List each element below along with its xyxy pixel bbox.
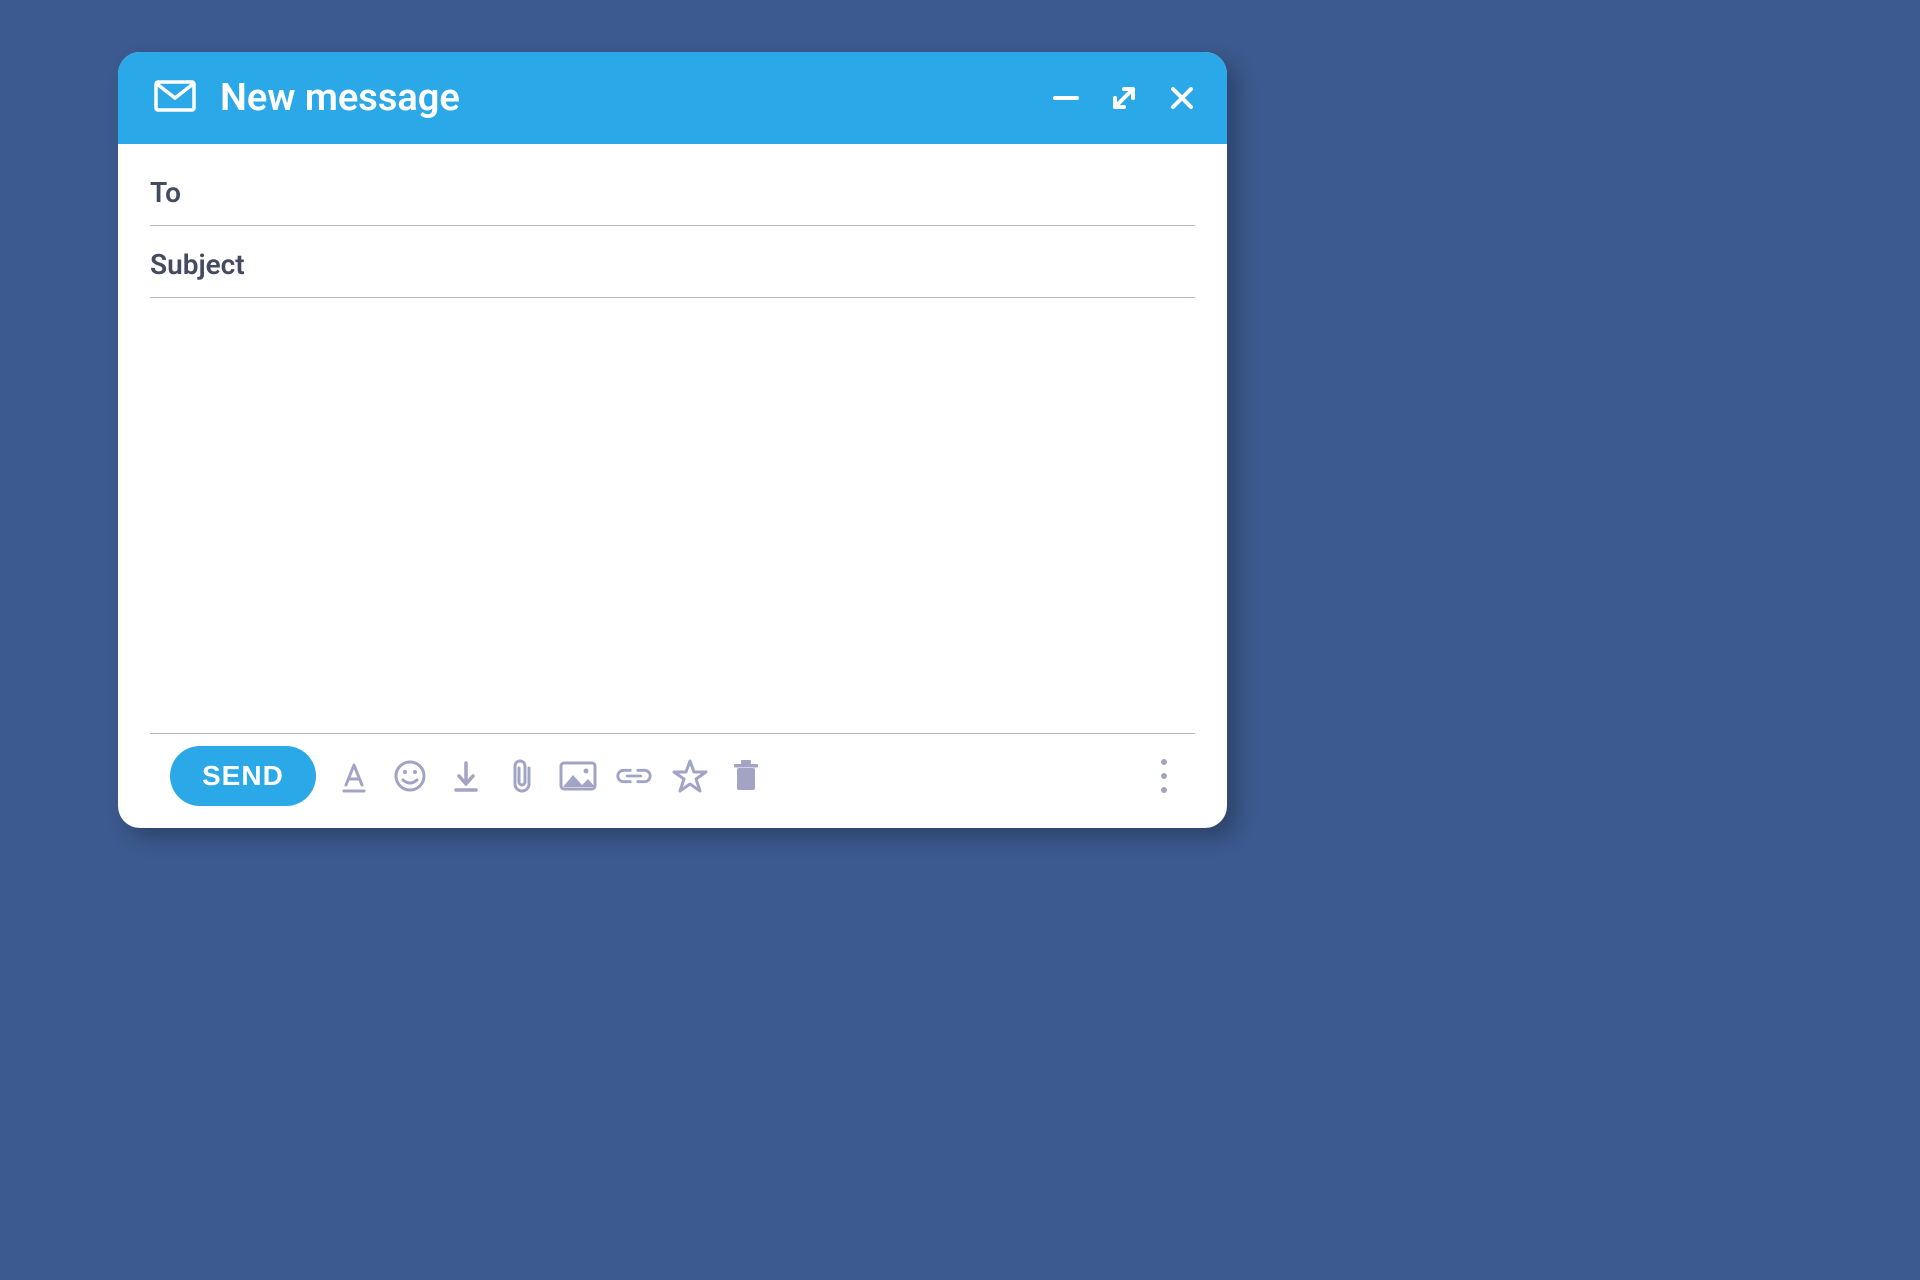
compose-window: New message To bbox=[118, 52, 1227, 828]
to-input[interactable] bbox=[181, 177, 1195, 208]
compose-body: To Subject SEND bbox=[118, 144, 1227, 828]
subject-label: Subject bbox=[150, 248, 245, 281]
text-format-icon[interactable] bbox=[334, 756, 374, 796]
dot-icon bbox=[1161, 787, 1167, 793]
dot-icon bbox=[1161, 773, 1167, 779]
send-button[interactable]: SEND bbox=[170, 746, 316, 806]
to-field-row: To bbox=[150, 166, 1195, 226]
message-body-input[interactable] bbox=[150, 316, 1195, 734]
more-options-button[interactable] bbox=[1153, 751, 1175, 801]
subject-field-row: Subject bbox=[150, 238, 1195, 298]
to-label: To bbox=[150, 176, 181, 209]
close-button[interactable] bbox=[1165, 81, 1199, 115]
window-controls bbox=[1049, 81, 1199, 115]
link-icon[interactable] bbox=[614, 756, 654, 796]
download-icon[interactable] bbox=[446, 756, 486, 796]
window-title: New message bbox=[220, 76, 1025, 120]
compose-toolbar: SEND bbox=[150, 734, 1195, 818]
emoji-icon[interactable] bbox=[390, 756, 430, 796]
minimize-button[interactable] bbox=[1049, 81, 1083, 115]
expand-button[interactable] bbox=[1107, 81, 1141, 115]
titlebar: New message bbox=[118, 52, 1227, 144]
image-icon[interactable] bbox=[558, 756, 598, 796]
dot-icon bbox=[1161, 759, 1167, 765]
subject-input[interactable] bbox=[245, 249, 1195, 280]
trash-icon[interactable] bbox=[726, 756, 766, 796]
mail-icon bbox=[154, 80, 196, 116]
star-icon[interactable] bbox=[670, 756, 710, 796]
formatting-tools bbox=[334, 756, 1135, 796]
attachment-icon[interactable] bbox=[502, 756, 542, 796]
